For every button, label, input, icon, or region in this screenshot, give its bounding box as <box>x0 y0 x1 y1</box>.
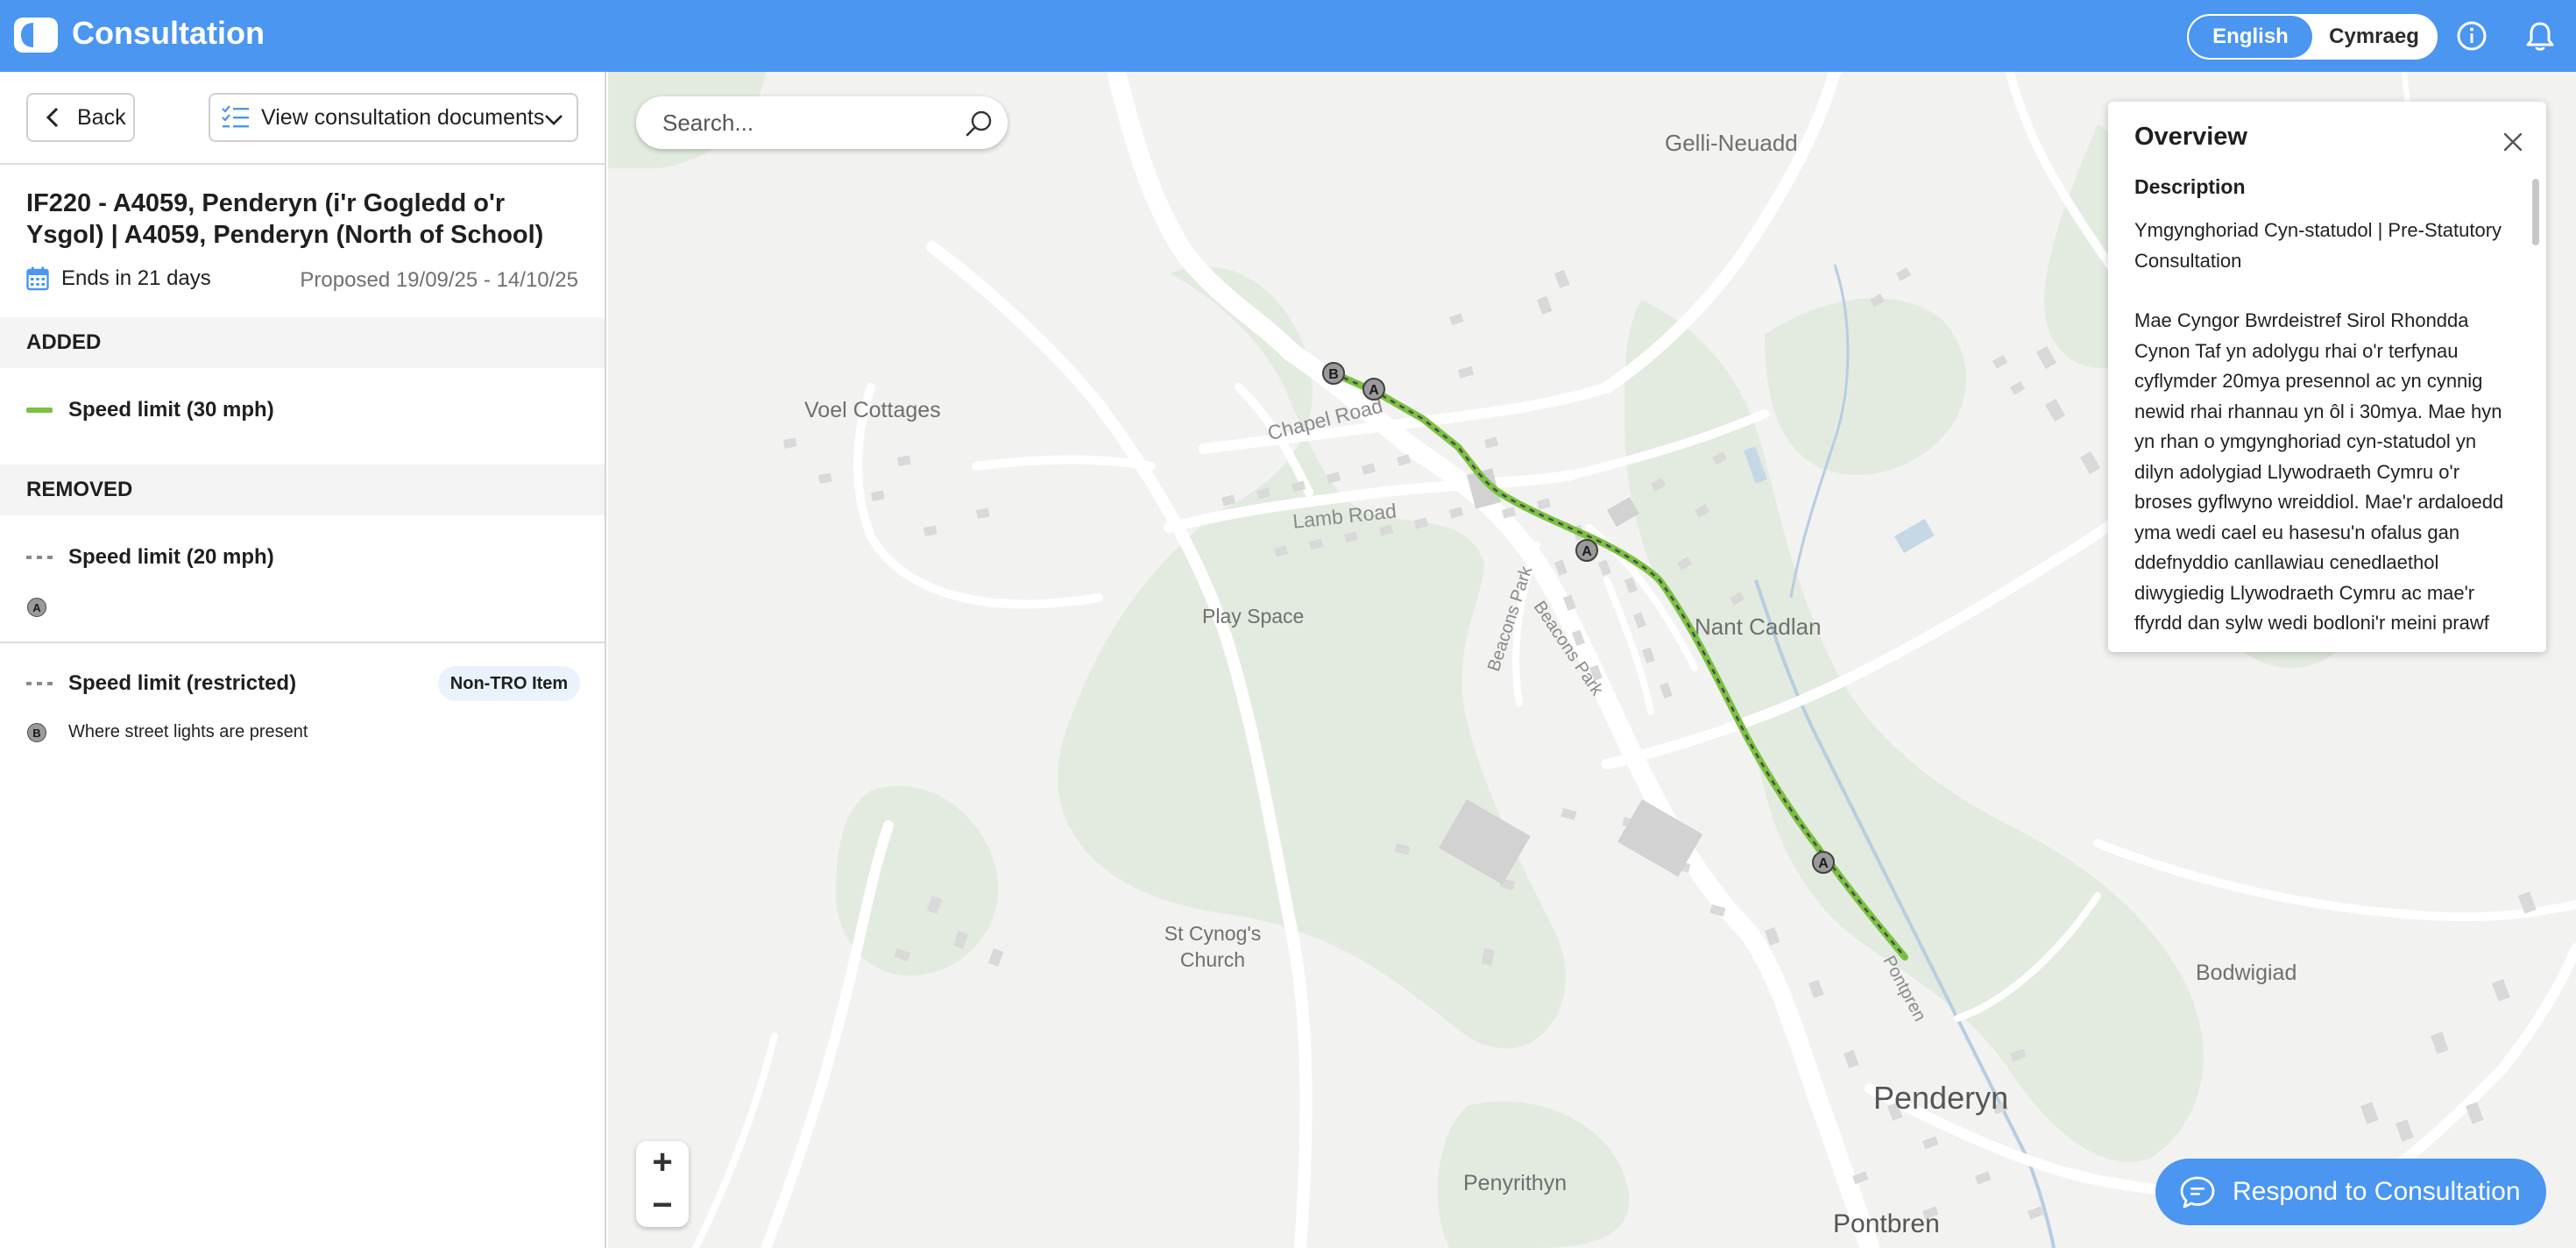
svg-text:B: B <box>1328 367 1339 382</box>
chevron-down-icon <box>545 115 563 125</box>
svg-text:A: A <box>1818 856 1829 871</box>
respond-to-consultation-button[interactable]: Respond to Consultation <box>2155 1159 2546 1225</box>
calendar-icon <box>26 266 49 291</box>
solid-line-swatch <box>26 408 53 413</box>
welsh-language-button[interactable]: Cymraeg <box>2312 16 2436 58</box>
route-marker-a-start: A <box>1362 378 1385 401</box>
overview-title: Overview <box>2134 123 2247 151</box>
overview-scrollbar[interactable] <box>2532 179 2539 245</box>
chat-bubble-icon <box>2180 1176 2215 1209</box>
overview-description[interactable]: Ymgynghoriad Cyn-statudol | Pre-Statutor… <box>2134 216 2520 652</box>
consultation-sidebar: Back View consultation documents IF220 -… <box>0 72 606 1248</box>
description-paragraph-2: Mae Cyngor Bwrdeistref Sirol Rhondda Cyn… <box>2134 309 2504 634</box>
added-section-header: ADDED <box>0 317 605 368</box>
close-icon[interactable] <box>2502 131 2523 152</box>
route-marker-b: B <box>1322 362 1345 385</box>
back-button[interactable]: Back <box>26 93 135 142</box>
divider <box>0 642 605 643</box>
ends-label: Ends in 21 days <box>61 266 211 290</box>
chevron-left-icon <box>46 107 59 128</box>
description-label: Description <box>2134 175 2246 198</box>
divider <box>0 163 605 165</box>
removed-legend-item-20mph: Speed limit (20 mph) <box>26 545 274 570</box>
removed-section-header: REMOVED <box>0 464 605 515</box>
back-label: Back <box>77 104 126 130</box>
overview-panel: Overview Description Ymgynghoriad Cyn-st… <box>2108 102 2546 652</box>
map-search-bar <box>636 96 1008 149</box>
marker-b-icon: B <box>27 723 46 742</box>
svg-text:A: A <box>1582 544 1592 559</box>
svg-text:A: A <box>1369 383 1379 398</box>
search-icon[interactable] <box>964 109 994 138</box>
consultation-title: IF220 - A4059, Penderyn (i'r Gogledd o'r… <box>26 189 544 249</box>
zoom-out-button[interactable]: − <box>636 1184 689 1227</box>
removed-item-2-label: Speed limit (restricted) <box>68 671 297 695</box>
route-marker-a-mid: A <box>1575 539 1598 562</box>
proposed-dates: Proposed 19/09/25 - 14/10/25 <box>300 268 578 292</box>
consultation-logo-icon <box>14 18 58 53</box>
map-search-input[interactable] <box>662 109 952 137</box>
non-tro-badge: Non-TRO Item <box>438 666 580 701</box>
app-header: Consultation English Cymraeg <box>0 0 2576 72</box>
zoom-controls: + − <box>636 1141 689 1227</box>
added-item-label: Speed limit (30 mph) <box>68 398 274 422</box>
dashed-line-swatch <box>26 682 53 685</box>
ends-indicator: Ends in 21 days <box>26 266 211 291</box>
view-documents-label: View consultation documents <box>261 104 545 130</box>
checklist-icon <box>222 105 249 128</box>
app-title: Consultation <box>72 15 265 51</box>
view-documents-dropdown[interactable]: View consultation documents <box>209 93 578 142</box>
description-paragraph-1: Ymgynghoriad Cyn-statudol | Pre-Statutor… <box>2134 219 2502 272</box>
removed-item-1-label: Speed limit (20 mph) <box>68 545 274 569</box>
notification-bell-icon[interactable] <box>2522 18 2558 54</box>
respond-label: Respond to Consultation <box>2233 1177 2521 1206</box>
zoom-in-button[interactable]: + <box>636 1141 689 1184</box>
removed-legend-item-restricted: Speed limit (restricted) <box>26 671 296 696</box>
info-icon[interactable] <box>2453 18 2490 54</box>
street-lights-note: Where street lights are present <box>68 722 308 741</box>
dashed-line-swatch <box>26 556 53 559</box>
language-toggle: English Cymraeg <box>2187 14 2438 60</box>
map-view[interactable]: Gelli-Neuadd Voel Cottages Chapel Road L… <box>608 72 2576 1248</box>
english-language-button[interactable]: English <box>2189 16 2312 58</box>
marker-a-icon: A <box>27 598 46 617</box>
route-marker-a-end: A <box>1812 851 1835 874</box>
added-legend-item: Speed limit (30 mph) <box>26 398 274 422</box>
